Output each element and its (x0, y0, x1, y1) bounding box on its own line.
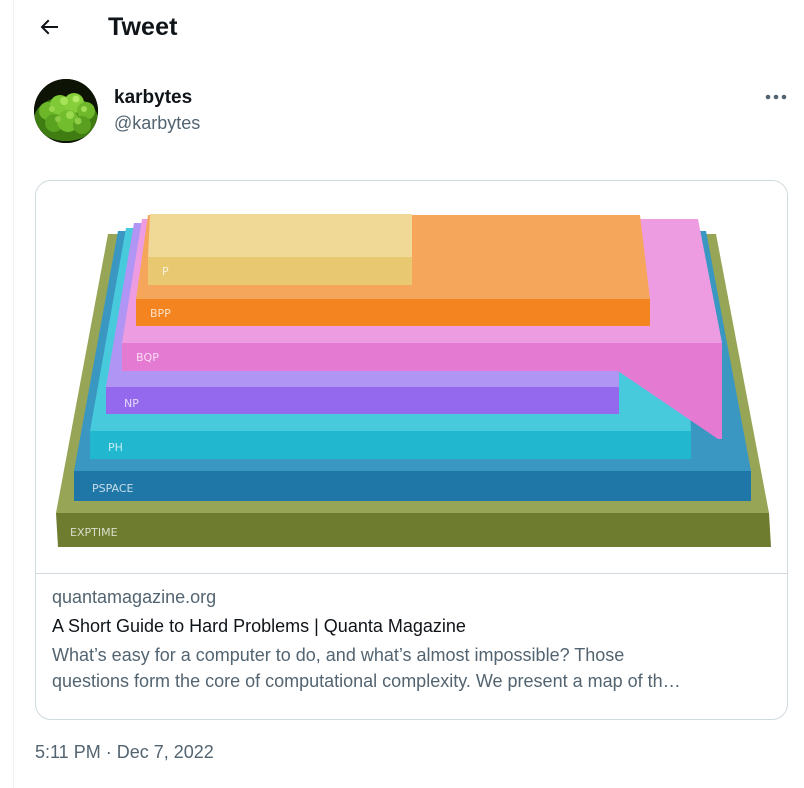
timestamp-separator: · (100, 742, 117, 762)
card-description: What’s easy for a computer to do, and wh… (52, 642, 772, 694)
layer-label-exptime: EXPTIME (70, 526, 118, 539)
card-domain: quantamagazine.org (52, 587, 217, 607)
layer-label-np: NP (124, 397, 139, 410)
avatar-broccoli-image (34, 79, 98, 143)
author-display-name[interactable]: karbytes (114, 87, 192, 109)
back-button[interactable] (34, 12, 64, 42)
layer-label-bpp: BPP (150, 307, 171, 320)
complexity-classes-image: EXPTIME PSPACE PH NP BQP BPP P (56, 214, 771, 547)
column-border (13, 0, 14, 788)
card-description-line-1: What’s easy for a computer to do, and wh… (52, 645, 625, 665)
layer-p: P (148, 214, 412, 285)
card-body: quantamagazine.org A Short Guide to Hard… (52, 585, 772, 694)
card-description-line-2: questions form the core of computational… (52, 671, 681, 691)
more-horizontal-icon (765, 94, 787, 100)
avatar[interactable] (34, 79, 98, 143)
page-header: Tweet (14, 0, 804, 56)
card-title: A Short Guide to Hard Problems | Quanta … (52, 616, 466, 636)
layer-label-p: P (162, 265, 169, 278)
author-handle[interactable]: @karbytes (114, 113, 200, 134)
page-title: Tweet (108, 13, 178, 41)
link-preview-card[interactable]: EXPTIME PSPACE PH NP BQP BPP P quantamag… (35, 180, 788, 720)
layer-label-bqp: BQP (136, 351, 159, 364)
layer-label-pspace: PSPACE (92, 482, 134, 495)
tweet-date[interactable]: Dec 7, 2022 (117, 742, 214, 762)
more-button[interactable] (764, 88, 788, 106)
tweet-time[interactable]: 5:11 PM (35, 742, 101, 762)
card-image: EXPTIME PSPACE PH NP BQP BPP P (36, 181, 787, 574)
layer-label-ph: PH (108, 441, 123, 454)
tweet-timestamp: 5:11 PM · Dec 7, 2022 (35, 742, 214, 763)
arrow-left-icon (40, 19, 58, 35)
